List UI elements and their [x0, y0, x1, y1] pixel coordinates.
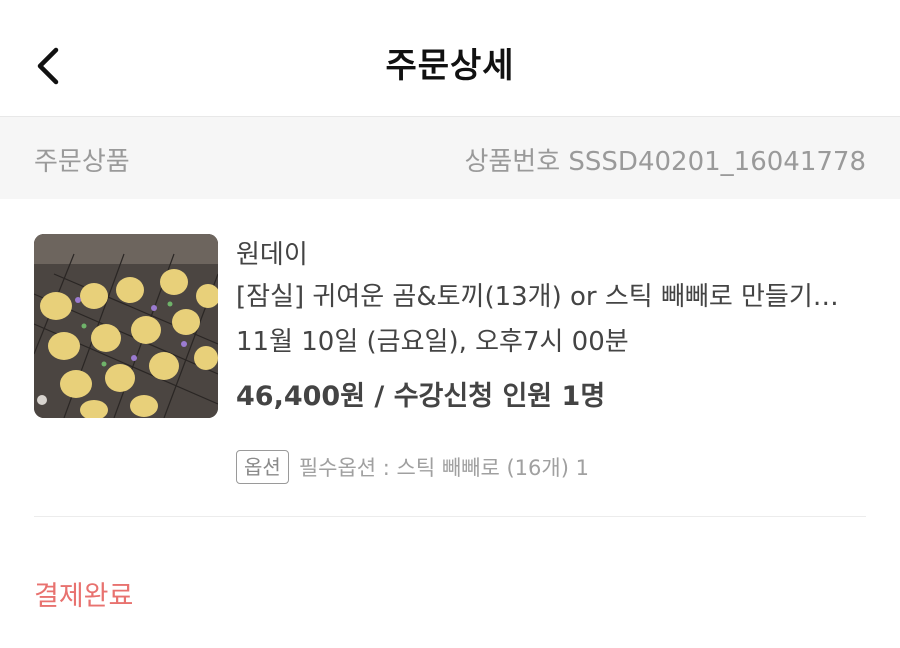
payment-status: 결제완료: [34, 581, 134, 612]
page-title: 주문상세: [385, 46, 515, 86]
product-number: 상품번호 SSSD40201_16041778: [464, 147, 866, 177]
product-name[interactable]: [잠실] 귀여운 곰&토끼(13개) or 스틱 빼빼로 만들기…: [236, 276, 866, 313]
price-and-attendees: 46,400원 / 수강신청 인원 1명: [236, 381, 606, 412]
option-text: 필수옵션 : 스틱 빼빼로 (16개) 1: [298, 456, 589, 480]
option-row: 옵션 필수옵션 : 스틱 빼빼로 (16개) 1: [236, 449, 589, 485]
divider: [34, 516, 866, 517]
section-label: 주문상품: [34, 147, 130, 177]
option-badge: 옵션: [236, 450, 289, 484]
seller-name: 원데이: [236, 240, 308, 270]
class-schedule: 11월 10일 (금요일), 오후7시 00분: [236, 327, 629, 357]
order-products-section-header: 주문상품 상품번호 SSSD40201_16041778: [0, 116, 900, 199]
header: 주문상세: [0, 0, 900, 116]
product-thumbnail[interactable]: [34, 234, 218, 418]
